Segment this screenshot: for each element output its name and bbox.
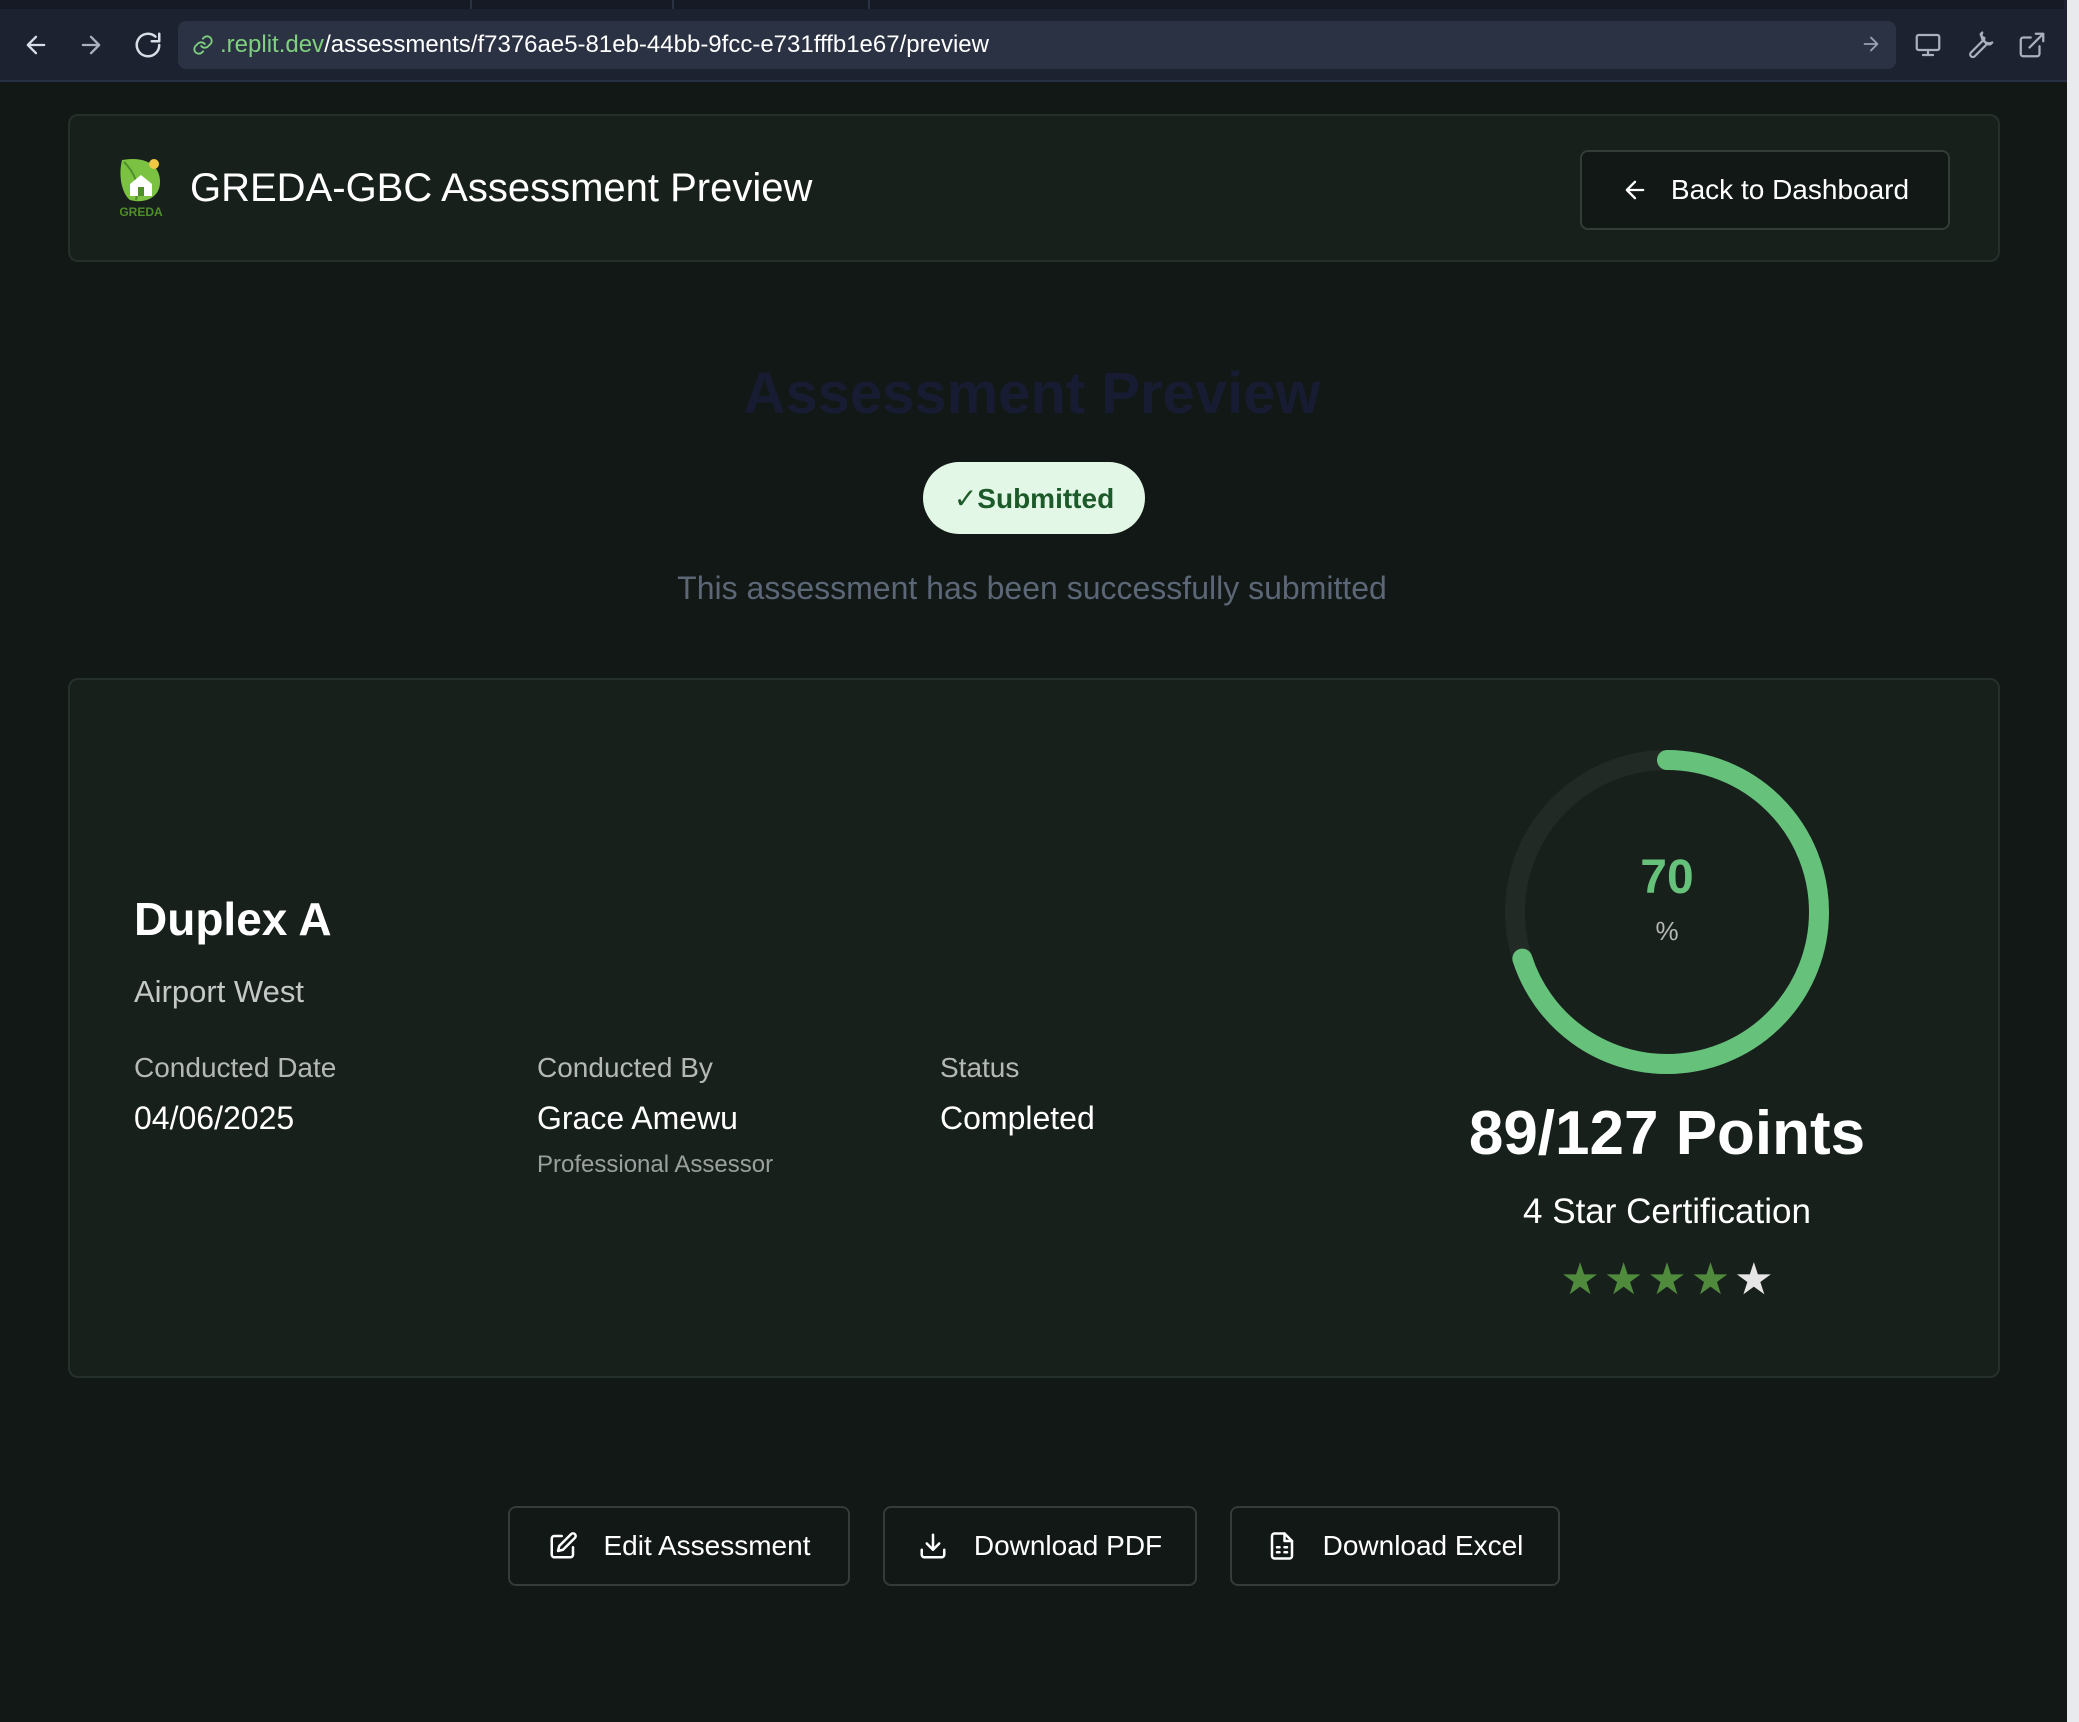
greda-logo: GREDA: [114, 154, 168, 220]
reload-icon: [133, 30, 163, 60]
edit-assessment-label: Edit Assessment: [603, 1530, 811, 1561]
go-arrow-icon[interactable]: [1860, 33, 1882, 55]
arrow-left-icon: [1621, 176, 1649, 204]
back-to-dashboard-label: Back to Dashboard: [1670, 174, 1910, 205]
logo-text: GREDA: [119, 205, 163, 219]
project-location: Airport West: [134, 974, 304, 1009]
conducted-date-value: 04/06/2025: [134, 1100, 295, 1136]
download-pdf-label: Download PDF: [973, 1530, 1163, 1561]
status-label: Status: [940, 1052, 1020, 1083]
certification-level: 4 Star Certification: [1523, 1192, 1811, 1231]
page-title: GREDA-GBC Assessment Preview: [190, 166, 813, 210]
star-rating: ★ ★ ★ ★ ★: [1440, 1258, 1894, 1302]
star-empty-icon: ★: [1734, 1255, 1774, 1304]
link-icon: [192, 34, 214, 56]
app-header: GREDA GREDA-GBC Assessment Preview Back …: [68, 114, 2000, 262]
devices-button[interactable]: [1909, 26, 1947, 64]
project-name: Duplex A: [134, 893, 332, 945]
back-nav-button[interactable]: [17, 26, 55, 64]
forward-nav-button[interactable]: [72, 26, 110, 64]
submission-message: This assessment has been successfully su…: [677, 570, 1387, 606]
edit-assessment-button[interactable]: Edit Assessment: [508, 1506, 850, 1586]
star-filled-icon: ★: [1647, 1255, 1687, 1304]
url-path: /assessments/f7376ae5-81eb-44bb-9fcc-e73…: [324, 31, 989, 58]
assessment-preview-heading: Assessment Preview: [743, 361, 1321, 426]
score-unit: %: [1655, 916, 1679, 946]
tab-strip: [0, 0, 2064, 9]
score-percent: 70: [1640, 851, 1694, 904]
open-new-tab-button[interactable]: [2013, 26, 2051, 64]
points-total: 89/127 Points: [1468, 1099, 1866, 1168]
external-link-icon: [2017, 30, 2047, 60]
reload-button[interactable]: [129, 26, 167, 64]
download-excel-button[interactable]: Download Excel: [1230, 1506, 1560, 1586]
url-domain: .replit.dev: [220, 31, 325, 58]
download-pdf-button[interactable]: Download PDF: [883, 1506, 1197, 1586]
download-icon: [918, 1531, 948, 1561]
conducted-date-label: Conducted Date: [134, 1052, 337, 1083]
monitor-icon: [1913, 30, 1943, 60]
edit-icon: [548, 1531, 578, 1561]
arrow-right-icon: [77, 31, 105, 59]
conducted-date-block: Conducted Date 04/06/2025: [134, 1052, 336, 1137]
star-filled-icon: ★: [1603, 1255, 1644, 1304]
conducted-by-block: Conducted By Grace Amewu Professional As…: [537, 1052, 773, 1179]
conducted-by-label: Conducted By: [537, 1052, 713, 1083]
star-filled-icon: ★: [1690, 1255, 1731, 1304]
assessment-summary-card: Duplex A Airport West Conducted Date 04/…: [68, 678, 2000, 1378]
arrow-left-icon: [22, 31, 50, 59]
back-to-dashboard-button[interactable]: Back to Dashboard: [1580, 150, 1950, 230]
assessor-role: Professional Assessor: [537, 1151, 774, 1178]
browser-toolbar: .replit.dev /assessments/f7376ae5-81eb-4…: [0, 0, 2079, 82]
window-edge: [2067, 0, 2079, 1722]
wrench-icon: [1966, 30, 1996, 60]
assessor-name: Grace Amewu: [537, 1100, 738, 1136]
address-bar[interactable]: .replit.dev /assessments/f7376ae5-81eb-4…: [178, 21, 1896, 69]
score-progress-ring: 70 %: [1495, 740, 1839, 1084]
submitted-badge: ✓Submitted: [923, 462, 1145, 534]
status-block: Status Completed: [940, 1052, 1095, 1137]
status-value: Completed: [940, 1100, 1095, 1136]
devtools-button[interactable]: [1962, 26, 2000, 64]
star-filled-icon: ★: [1560, 1255, 1600, 1304]
spreadsheet-file-icon: [1267, 1531, 1297, 1561]
download-excel-label: Download Excel: [1322, 1530, 1524, 1561]
